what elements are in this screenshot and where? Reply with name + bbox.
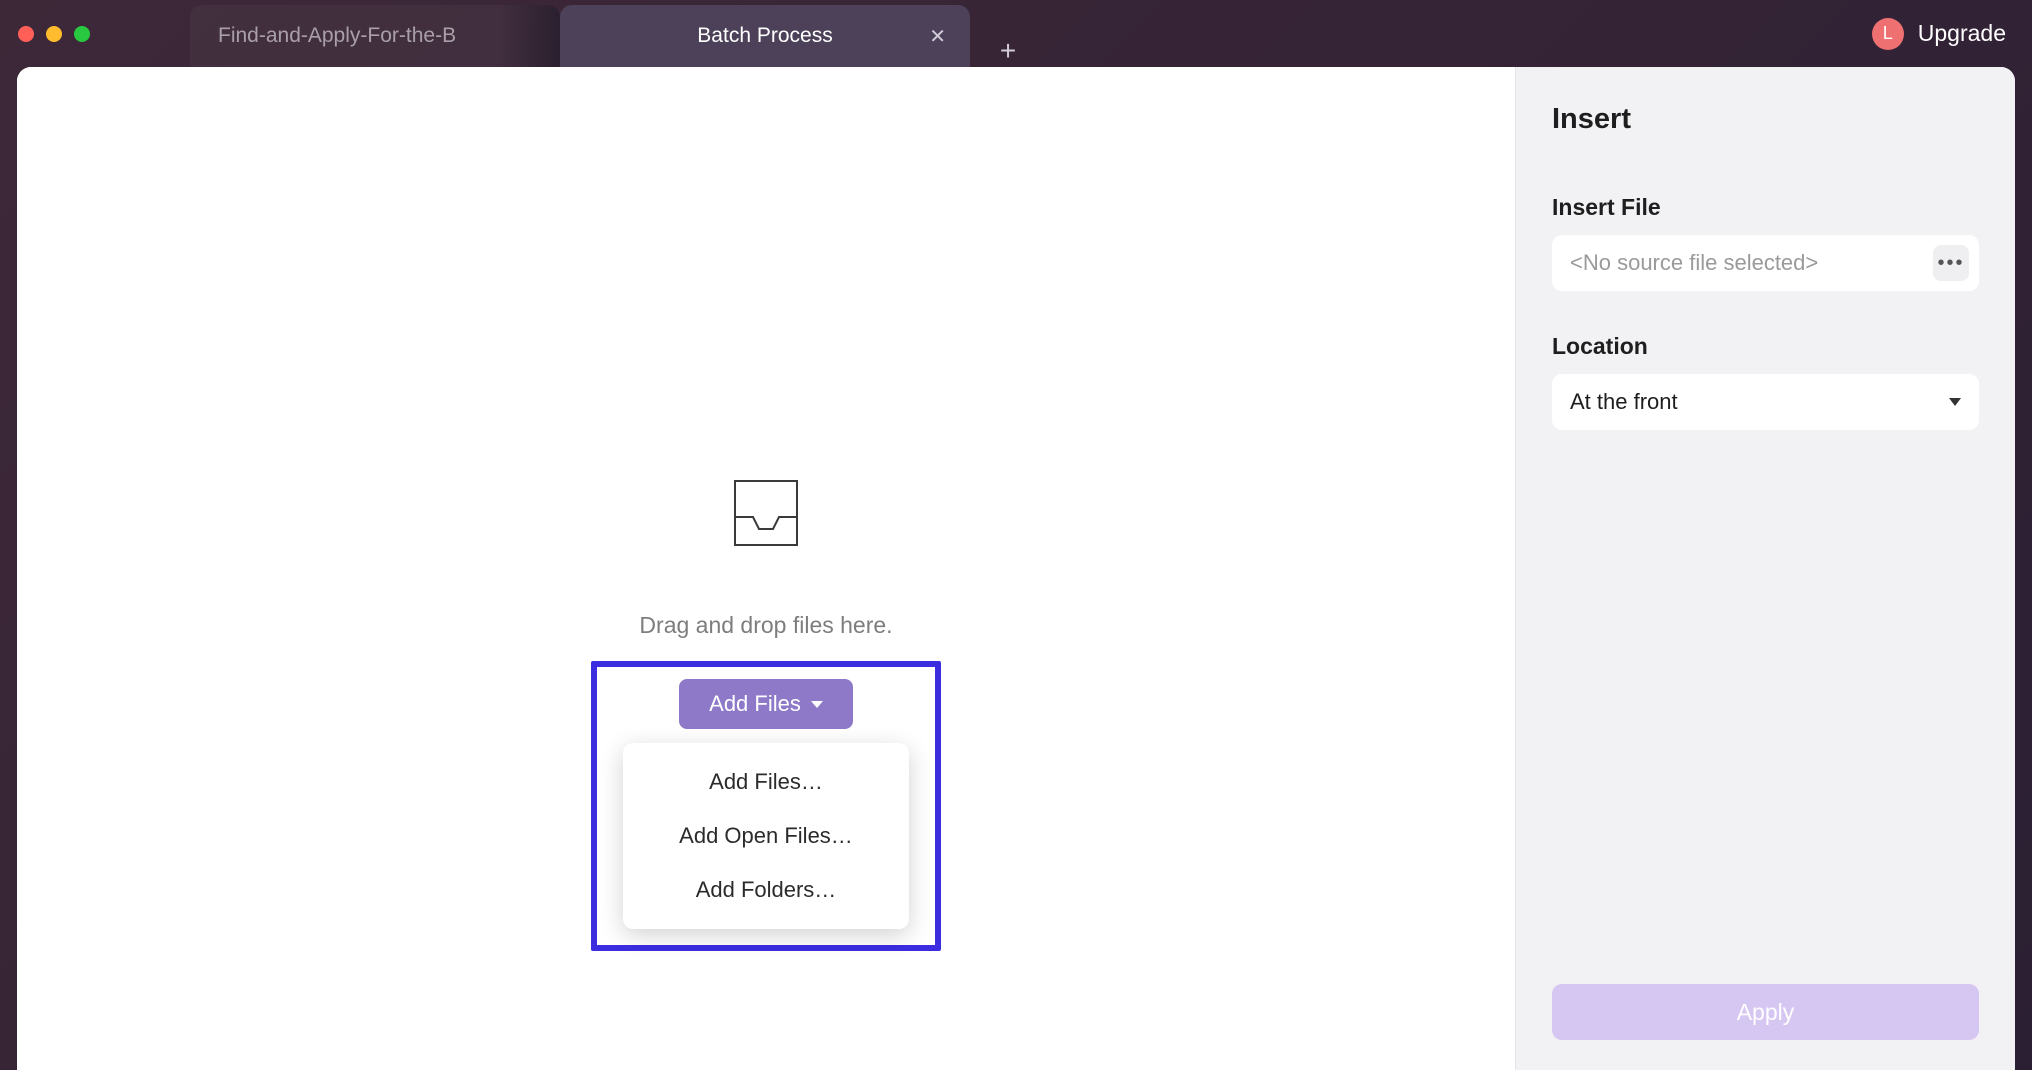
tab-strip: Find-and-Apply-For-the-B Batch Process ✕… <box>190 0 1872 67</box>
new-tab-button[interactable]: + <box>988 35 1028 67</box>
side-panel: Insert Insert File <No source file selec… <box>1515 67 2015 1070</box>
menu-add-open-files[interactable]: Add Open Files… <box>623 809 909 863</box>
drop-area[interactable]: Drag and drop files here. Add Files Add … <box>17 67 1515 1070</box>
tab-fade <box>500 5 560 67</box>
location-select[interactable]: At the front <box>1552 374 1979 430</box>
app-window: Drag and drop files here. Add Files Add … <box>17 67 2015 1070</box>
fullscreen-window-icon[interactable] <box>74 26 90 42</box>
source-file-field[interactable]: <No source file selected> ••• <box>1552 235 1979 291</box>
avatar-initial: L <box>1883 23 1893 44</box>
drop-hint-text: Drag and drop files here. <box>639 612 892 639</box>
apply-button[interactable]: Apply <box>1552 984 1979 1040</box>
minimize-window-icon[interactable] <box>46 26 62 42</box>
browse-file-button[interactable]: ••• <box>1933 245 1969 281</box>
chevron-down-icon <box>1949 398 1961 406</box>
tab-label: Batch Process <box>697 24 832 48</box>
add-files-label: Add Files <box>709 691 801 717</box>
window-controls <box>18 26 90 42</box>
add-files-button[interactable]: Add Files <box>679 679 853 729</box>
location-label: Location <box>1552 333 1979 360</box>
insert-file-label: Insert File <box>1552 194 1979 221</box>
chevron-down-icon <box>811 701 823 708</box>
close-window-icon[interactable] <box>18 26 34 42</box>
tab-batch-process[interactable]: Batch Process ✕ <box>560 5 970 67</box>
close-tab-icon[interactable]: ✕ <box>929 24 946 49</box>
menu-add-folders[interactable]: Add Folders… <box>623 863 909 917</box>
menu-add-files[interactable]: Add Files… <box>623 755 909 809</box>
ellipsis-icon: ••• <box>1937 252 1964 275</box>
tab-label: Find-and-Apply-For-the-B <box>218 24 456 48</box>
add-files-menu: Add Files… Add Open Files… Add Folders… <box>623 743 909 929</box>
tab-document[interactable]: Find-and-Apply-For-the-B <box>190 5 560 67</box>
titlebar: Find-and-Apply-For-the-B Batch Process ✕… <box>0 0 2032 67</box>
top-right-controls: L Upgrade <box>1872 18 2032 50</box>
source-file-placeholder: <No source file selected> <box>1570 250 1933 276</box>
user-avatar[interactable]: L <box>1872 18 1904 50</box>
location-value: At the front <box>1570 389 1678 415</box>
add-files-highlight: Add Files Add Files… Add Open Files… Add… <box>591 661 941 951</box>
apply-bar: Apply <box>1552 984 1979 1040</box>
inbox-tray-icon <box>729 477 803 554</box>
upgrade-link[interactable]: Upgrade <box>1918 20 2006 47</box>
panel-title: Insert <box>1552 103 1979 136</box>
